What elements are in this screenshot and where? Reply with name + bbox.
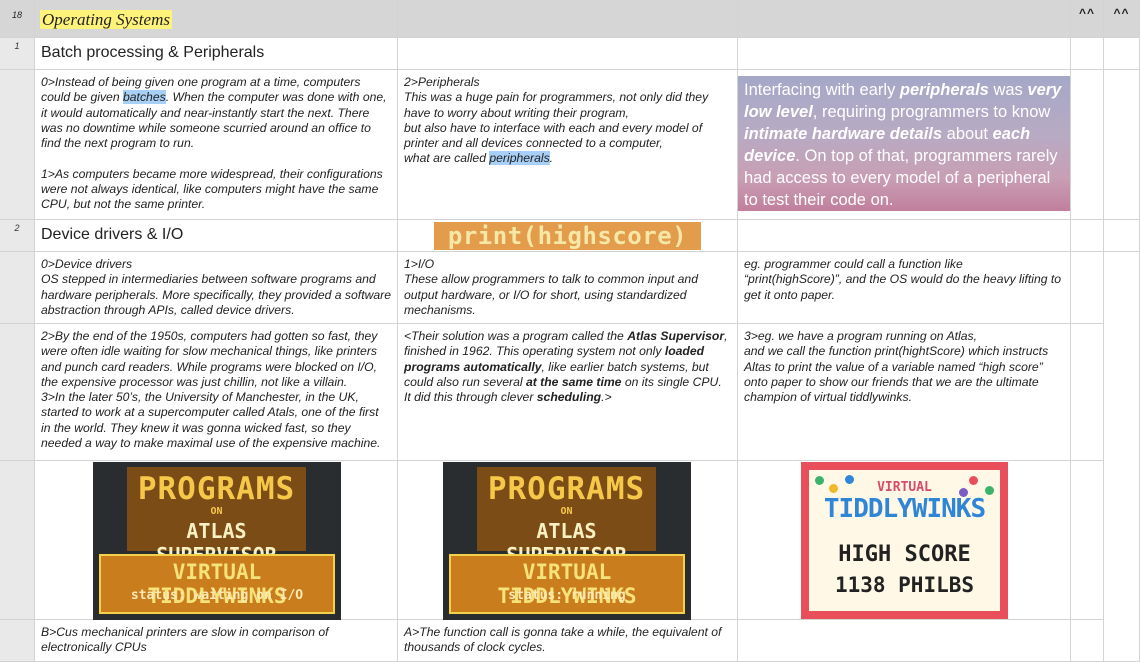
image-text: about bbox=[942, 125, 993, 143]
row-number[interactable]: 2 bbox=[0, 220, 35, 252]
tiddlywinks-panel: VIRTUAL TIDDLYWINKS HIGH SCORE 1138 PHIL… bbox=[809, 470, 1000, 611]
empty-cell[interactable] bbox=[1071, 220, 1104, 252]
print-highscore-image[interactable]: print(highscore) bbox=[434, 222, 701, 250]
row-gutter bbox=[0, 620, 35, 662]
tiddly-high-score: HIGH SCORE bbox=[838, 542, 971, 567]
section-title[interactable]: Batch processing & Peripherals bbox=[35, 38, 398, 70]
image-text: , requiring programmers to know bbox=[812, 103, 1051, 121]
header-cell[interactable] bbox=[738, 0, 1071, 38]
empty-cell[interactable] bbox=[1104, 620, 1140, 662]
atlas-program-panel: VIRTUAL TIDDLYWINKS status: waiting on I… bbox=[99, 554, 335, 614]
highlight-text: peripherals bbox=[489, 151, 550, 166]
atlas-title-panel: PROGRAMS ON ATLAS SUPERVISOR bbox=[477, 467, 656, 567]
note-cell[interactable]: 2>By the end of the 1950s, computers had… bbox=[35, 324, 398, 461]
empty-cell[interactable] bbox=[1071, 324, 1104, 461]
atlas-on: ON bbox=[560, 506, 573, 517]
bold-text: scheduling bbox=[536, 390, 602, 405]
collapse-toggle-icon[interactable]: ^^ bbox=[1104, 0, 1140, 38]
bold-text: Atlas Supervisor bbox=[627, 329, 725, 343]
note-cell[interactable]: 3>eg. we have a program running on Atlas… bbox=[738, 324, 1071, 461]
peripherals-image[interactable]: Interfacing with early peripherals was v… bbox=[738, 76, 1070, 211]
empty-cell[interactable] bbox=[1071, 38, 1104, 70]
empty-cell[interactable] bbox=[1071, 70, 1104, 220]
image-text: was bbox=[988, 81, 1028, 99]
note-cell[interactable]: A>The function call is gonna take a whil… bbox=[398, 620, 738, 662]
tiddlywinks-highscore-image[interactable]: VIRTUAL TIDDLYWINKS HIGH SCORE 1138 PHIL… bbox=[801, 462, 1008, 619]
section-title[interactable]: Device drivers & I/O bbox=[35, 220, 398, 252]
note-cell[interactable]: B>Cus mechanical printers are slow in co… bbox=[35, 620, 398, 662]
row-gutter bbox=[0, 324, 35, 461]
empty-cell[interactable] bbox=[738, 38, 1071, 70]
atlas-title-panel: PROGRAMS ON ATLAS SUPERVISOR bbox=[127, 467, 306, 567]
tiddly-name: TIDDLYWINKS bbox=[823, 494, 986, 524]
atlas-on: ON bbox=[210, 506, 223, 517]
empty-cell[interactable] bbox=[738, 220, 1071, 252]
highlight-text: batches bbox=[123, 90, 166, 105]
empty-cell[interactable] bbox=[1071, 461, 1104, 620]
note-cell[interactable]: 2>Peripherals This was a huge pain for p… bbox=[398, 70, 738, 220]
note-cell[interactable]: 0>Device drivers OS stepped in intermedi… bbox=[35, 252, 398, 324]
note-text: .> bbox=[601, 390, 612, 405]
atlas-program-panel: VIRTUAL TIDDLYWINKS status: running bbox=[449, 554, 685, 614]
tiddly-virtual: VIRTUAL bbox=[877, 480, 932, 495]
atlas-title: PROGRAMS bbox=[487, 471, 646, 507]
note-text: <Their solution was a program called the bbox=[404, 329, 628, 343]
empty-cell[interactable] bbox=[1071, 620, 1104, 662]
image-bold-text: intimate hardware details bbox=[744, 125, 943, 143]
spreadsheet-grid: 18 Operating Systems ^^ ^^ 1 Batch proce… bbox=[0, 0, 1140, 662]
row-gutter bbox=[0, 70, 35, 220]
image-bold-text: peripherals bbox=[899, 81, 989, 99]
bold-text: at the same time bbox=[525, 374, 622, 389]
note-text: 2>Peripherals This was a huge pain for p… bbox=[404, 75, 709, 166]
note-cell[interactable]: <Their solution was a program called the… bbox=[398, 324, 738, 461]
tiddly-score: 1138 PHILBS bbox=[834, 573, 975, 597]
atlas-title: PROGRAMS bbox=[137, 471, 296, 507]
empty-cell[interactable] bbox=[1104, 38, 1140, 70]
empty-cell[interactable] bbox=[1071, 252, 1104, 324]
header-cell[interactable] bbox=[398, 0, 738, 38]
empty-cell[interactable] bbox=[1104, 324, 1140, 461]
atlas-status: status: waiting on I/O bbox=[130, 588, 304, 603]
note-text: . bbox=[549, 151, 554, 166]
header-title: Operating Systems bbox=[40, 10, 172, 29]
row-number[interactable]: 1 bbox=[0, 38, 35, 70]
row-gutter bbox=[0, 461, 35, 620]
row-gutter bbox=[0, 252, 35, 324]
atlas-waiting-image[interactable]: PROGRAMS ON ATLAS SUPERVISOR VIRTUAL TID… bbox=[93, 462, 341, 620]
empty-cell[interactable] bbox=[1104, 70, 1140, 220]
note-cell[interactable]: 1>I/O These allow programmers to talk to… bbox=[398, 252, 738, 324]
empty-cell[interactable] bbox=[1104, 220, 1140, 252]
empty-cell[interactable] bbox=[1104, 252, 1140, 324]
note-cell[interactable]: eg. programmer could call a function lik… bbox=[738, 252, 1071, 324]
row-number[interactable]: 18 bbox=[0, 0, 35, 38]
empty-cell[interactable] bbox=[1104, 461, 1140, 620]
collapse-toggle-icon[interactable]: ^^ bbox=[1071, 0, 1104, 38]
note-text: 1>As computers became more widespread, t… bbox=[41, 166, 383, 212]
header-title-cell[interactable]: Operating Systems bbox=[35, 0, 398, 38]
atlas-status: status: running bbox=[508, 588, 626, 603]
note-cell[interactable]: 0>Instead of being given one program at … bbox=[35, 70, 398, 220]
empty-cell[interactable] bbox=[738, 620, 1071, 662]
image-text: Interfacing with early bbox=[744, 81, 900, 99]
empty-cell[interactable] bbox=[398, 38, 738, 70]
atlas-running-image[interactable]: PROGRAMS ON ATLAS SUPERVISOR VIRTUAL TID… bbox=[443, 462, 691, 620]
